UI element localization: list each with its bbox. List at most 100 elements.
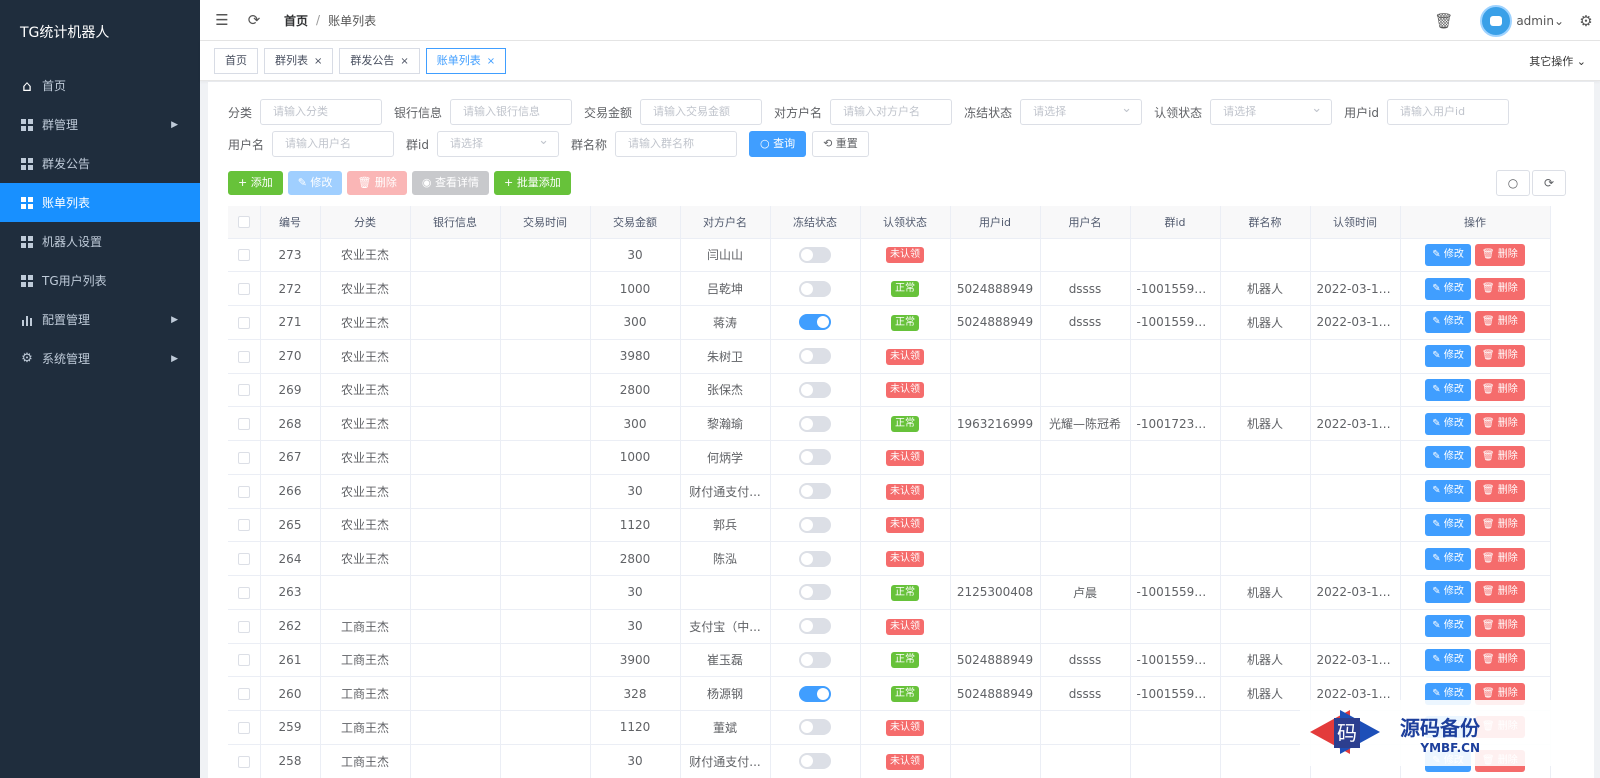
edit-button[interactable]: ✎ 修改	[287, 171, 343, 195]
row-delete-button[interactable]: 🗑 删除	[1474, 412, 1525, 435]
sidebar-item-0[interactable]: ⌂ 首页	[0, 66, 200, 105]
trash-icon[interactable]: 🗑	[1434, 13, 1453, 29]
frozen-toggle[interactable]	[799, 449, 831, 466]
sidebar-item-6[interactable]: 配置管理 ▶	[0, 300, 200, 339]
row-edit-button[interactable]: ✎ 修改	[1425, 446, 1471, 469]
row-delete-button[interactable]: 🗑 删除	[1474, 243, 1525, 266]
row-delete-button[interactable]: 🗑 删除	[1474, 480, 1525, 503]
delete-button[interactable]: 🗑 删除	[347, 171, 407, 195]
row-edit-button[interactable]: ✎ 修改	[1425, 615, 1471, 638]
row-checkbox[interactable]	[237, 249, 250, 262]
row-edit-button[interactable]: ✎ 修改	[1425, 345, 1471, 368]
row-edit-button[interactable]: ✎ 修改	[1425, 547, 1471, 570]
row-delete-button[interactable]: 🗑 删除	[1474, 311, 1525, 334]
refresh-table-icon[interactable]: ⟳	[1532, 170, 1566, 196]
breadcrumb-home[interactable]: 首页	[284, 12, 308, 29]
text-input[interactable]: 请输入用户名	[272, 131, 395, 157]
select-field[interactable]: 请选择	[1020, 97, 1143, 125]
row-edit-button[interactable]: ✎ 修改	[1425, 513, 1471, 536]
text-input[interactable]: 请输入银行信息	[450, 99, 573, 125]
frozen-toggle[interactable]	[799, 516, 831, 533]
text-input[interactable]: 请输入分类	[260, 99, 383, 125]
frozen-toggle[interactable]	[799, 719, 831, 736]
sidebar-item-3[interactable]: 账单列表	[0, 183, 200, 222]
row-edit-button[interactable]: ✎ 修改	[1425, 277, 1471, 300]
frozen-toggle[interactable]	[799, 483, 831, 500]
refresh-icon[interactable]: ⟳	[246, 12, 262, 28]
row-checkbox[interactable]	[237, 418, 250, 431]
row-checkbox[interactable]	[237, 316, 250, 329]
frozen-toggle[interactable]	[799, 550, 831, 567]
row-edit-button[interactable]: ✎ 修改	[1425, 378, 1471, 401]
text-input[interactable]: 请输入对方户名	[830, 99, 953, 125]
tab-2[interactable]: 群发公告 ×	[339, 47, 420, 74]
row-checkbox[interactable]	[237, 553, 250, 566]
row-edit-button[interactable]: ✎ 修改	[1425, 648, 1471, 671]
tab-3[interactable]: 账单列表 ×	[425, 47, 507, 74]
hamburger-icon[interactable]: ☰	[214, 12, 230, 28]
frozen-toggle[interactable]	[799, 618, 831, 635]
gear-icon[interactable]: ⚙	[1578, 13, 1594, 29]
row-checkbox[interactable]	[237, 350, 250, 363]
add-button[interactable]: + 添加	[228, 171, 283, 195]
row-delete-button[interactable]: 🗑 删除	[1474, 615, 1525, 638]
frozen-toggle[interactable]	[799, 348, 831, 365]
avatar[interactable]	[1480, 4, 1513, 37]
sidebar-item-7[interactable]: ⚙ 系统管理 ▶	[0, 339, 200, 378]
sidebar-item-4[interactable]: 机器人设置	[0, 222, 200, 261]
frozen-toggle[interactable]	[799, 753, 831, 770]
row-delete-button[interactable]: 🗑 删除	[1474, 648, 1525, 671]
row-checkbox[interactable]	[237, 283, 250, 296]
sidebar-item-5[interactable]: TG用户列表	[0, 261, 200, 300]
view-detail-button[interactable]: ◉ 查看详情	[411, 171, 490, 195]
sidebar-item-2[interactable]: 群发公告	[0, 144, 200, 183]
text-input[interactable]: 请输入交易金额	[640, 99, 763, 125]
row-delete-button[interactable]: 🗑 删除	[1474, 378, 1525, 401]
sidebar-item-1[interactable]: 群管理 ▶	[0, 105, 200, 144]
row-checkbox[interactable]	[237, 654, 250, 667]
row-checkbox[interactable]	[237, 384, 250, 397]
row-checkbox[interactable]	[237, 620, 250, 633]
row-delete-button[interactable]: 🗑 删除	[1474, 277, 1525, 300]
row-checkbox[interactable]	[237, 485, 250, 498]
row-checkbox[interactable]	[237, 451, 250, 464]
row-edit-button[interactable]: ✎ 修改	[1425, 243, 1471, 266]
select-all-checkbox[interactable]	[237, 216, 250, 229]
reset-button[interactable]: ⟲ 重置	[812, 131, 869, 157]
row-checkbox[interactable]	[237, 721, 250, 734]
frozen-toggle[interactable]	[799, 280, 831, 297]
row-checkbox[interactable]	[237, 586, 250, 599]
frozen-toggle[interactable]	[799, 584, 831, 601]
batch-add-button[interactable]: + 批量添加	[494, 171, 571, 195]
row-delete-button[interactable]: 🗑 删除	[1474, 446, 1525, 469]
frozen-toggle[interactable]	[799, 651, 831, 668]
tab-1[interactable]: 群列表 ×	[264, 47, 334, 74]
toggle-search-icon[interactable]: ○	[1496, 170, 1530, 196]
frozen-toggle[interactable]	[799, 685, 831, 702]
text-input[interactable]: 请输入用户id	[1387, 99, 1510, 125]
row-edit-button[interactable]: ✎ 修改	[1425, 311, 1471, 334]
row-checkbox[interactable]	[237, 688, 250, 701]
close-icon[interactable]: ×	[487, 56, 495, 67]
frozen-toggle[interactable]	[799, 415, 831, 432]
frozen-toggle[interactable]	[799, 314, 831, 331]
row-delete-button[interactable]: 🗑 删除	[1474, 581, 1525, 604]
user-name[interactable]: admin	[1516, 14, 1554, 28]
row-delete-button[interactable]: 🗑 删除	[1474, 547, 1525, 570]
row-edit-button[interactable]: ✎ 修改	[1425, 480, 1471, 503]
row-checkbox[interactable]	[237, 519, 250, 532]
query-button[interactable]: ○ 查询	[748, 131, 807, 157]
frozen-toggle[interactable]	[799, 246, 831, 263]
row-delete-button[interactable]: 🗑 删除	[1474, 513, 1525, 536]
close-icon[interactable]: ×	[400, 56, 408, 67]
row-edit-button[interactable]: ✎ 修改	[1425, 412, 1471, 435]
close-icon[interactable]: ×	[314, 56, 322, 67]
select-field[interactable]: 请选择	[436, 129, 559, 157]
row-checkbox[interactable]	[237, 755, 250, 768]
chevron-down-icon[interactable]: ⌄	[1554, 14, 1564, 28]
frozen-toggle[interactable]	[799, 381, 831, 398]
text-input[interactable]: 请输入群名称	[614, 131, 737, 157]
tab-0[interactable]: 首页	[214, 47, 258, 74]
row-delete-button[interactable]: 🗑 删除	[1474, 345, 1525, 368]
select-field[interactable]: 请选择	[1210, 97, 1333, 125]
